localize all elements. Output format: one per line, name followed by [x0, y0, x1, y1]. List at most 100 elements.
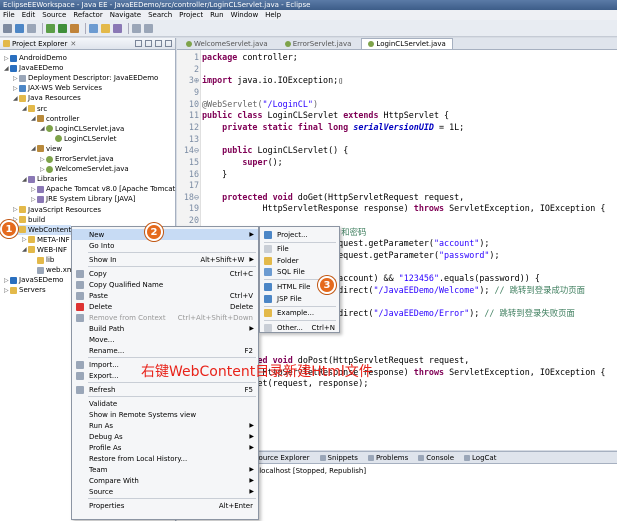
submenu-item[interactable]: Folder [260, 255, 339, 266]
menu-project[interactable]: Project [179, 11, 203, 19]
project-explorer-title: Project Explorer [12, 39, 68, 48]
menu-item[interactable]: Properties Alt+Enter [72, 500, 258, 511]
tree-item[interactable]: ▷ JAX-WS Web Services [13, 83, 102, 93]
menu-item[interactable]: Build Path ▶ [72, 323, 258, 334]
menu-item[interactable]: Delete Delete [72, 301, 258, 312]
tree-item[interactable]: ◢ Libraries [22, 174, 67, 184]
save-icon[interactable] [15, 23, 24, 33]
debug-icon[interactable] [46, 23, 55, 33]
back-icon[interactable] [132, 23, 141, 33]
tree-item[interactable]: ▷ Deployment Descriptor: JavaEEDemo [13, 73, 158, 83]
submenu-item[interactable]: Other... Ctrl+N [260, 322, 339, 333]
menu-item[interactable]: Source ▶ [72, 486, 258, 497]
print-icon[interactable] [27, 23, 36, 33]
tree-item[interactable]: ◢WebContent [13, 224, 72, 235]
tree-item[interactable]: ◢ controller [31, 114, 79, 124]
tree-item[interactable]: ▷ META-INF [22, 235, 70, 245]
menu-item-icon [76, 325, 84, 333]
tree-item[interactable]: LoginCLServlet [49, 134, 116, 144]
menu-item[interactable]: Team ▶ [72, 464, 258, 475]
collapse-all-icon[interactable] [135, 40, 142, 47]
tree-item[interactable]: ◢ Java Resources [13, 93, 81, 103]
menu-search[interactable]: Search [148, 11, 172, 19]
menu-navigate[interactable]: Navigate [110, 11, 141, 19]
external-tools-icon[interactable] [70, 23, 79, 33]
menu-item-icon [76, 336, 84, 344]
search-icon[interactable] [113, 23, 122, 33]
menu-item[interactable]: Go Into [72, 240, 258, 251]
tree-item[interactable]: ▷ JavaScript Resources [13, 205, 101, 215]
tree-item[interactable]: ◢ WEB-INF [22, 245, 67, 255]
menu-item[interactable]: Refresh F5 [72, 384, 258, 395]
menu-item[interactable]: Show in Remote Systems view [72, 409, 258, 420]
submenu-item-icon [264, 309, 272, 318]
tree-item[interactable]: ◢ JavaEEDemo [4, 63, 63, 73]
menu-item[interactable]: Restore from Local History... [72, 453, 258, 464]
menu-item[interactable]: Show In Alt+Shift+W ▶ [72, 254, 258, 265]
menu-item[interactable]: Copy Ctrl+C [72, 268, 258, 279]
tree-item[interactable]: ▷ WelcomeServlet.java [40, 164, 129, 174]
menu-window[interactable]: Window [231, 11, 259, 19]
tree-item[interactable]: ▷ Servers [4, 285, 46, 295]
editor-tab[interactable]: LoginCLServlet.java [361, 38, 453, 49]
run-icon[interactable] [58, 23, 67, 33]
menu-item[interactable]: Rename... F2 [72, 345, 258, 356]
submenu-item[interactable]: Project... [260, 229, 339, 240]
menu-item[interactable]: New ▶ [72, 229, 258, 240]
submenu-item[interactable]: File [260, 244, 339, 255]
submenu-item[interactable]: JSP File [260, 293, 339, 304]
menu-item[interactable]: Validate [72, 398, 258, 409]
tree-item[interactable]: ▷ Apache Tomcat v8.0 [Apache Tomcat v8.0] [31, 184, 196, 194]
menu-item-label: Refresh [89, 385, 116, 394]
menu-refactor[interactable]: Refactor [73, 11, 102, 19]
tree-item[interactable]: ▷ ErrorServlet.java [40, 154, 114, 164]
new-icon[interactable] [3, 23, 12, 33]
tree-item[interactable]: ▷ JavaSEDemo [4, 275, 63, 285]
submenu-item[interactable]: Example... [260, 308, 339, 319]
tree-item[interactable]: ▷ build [13, 215, 45, 225]
forward-icon[interactable] [144, 23, 153, 33]
java-file-icon [368, 41, 375, 47]
minimize-icon[interactable] [165, 40, 172, 47]
menu-edit[interactable]: Edit [22, 11, 36, 19]
menu-source[interactable]: Source [42, 11, 66, 19]
new-class-icon[interactable] [89, 23, 98, 33]
bottom-tab[interactable]: Problems [367, 454, 408, 462]
menu-item[interactable]: Paste Ctrl+V [72, 290, 258, 301]
editor-tab[interactable]: ErrorServlet.java [278, 38, 359, 49]
open-type-icon[interactable] [101, 23, 110, 33]
java-icon [46, 125, 53, 133]
tree-item-label: JavaEEDemo [19, 64, 64, 73]
code-line: 15 super(); [177, 157, 617, 168]
tree-item[interactable]: ▷ JRE System Library [JAVA] [31, 194, 135, 204]
tree-item[interactable]: ▷ AndroidDemo [4, 53, 67, 63]
menu-file[interactable]: File [3, 11, 15, 19]
editor-tab[interactable]: WelcomeServlet.java [179, 38, 275, 49]
link-editor-icon[interactable] [145, 40, 152, 47]
bottom-tab[interactable]: Snippets [319, 454, 358, 462]
proj-icon [10, 54, 17, 62]
bottom-tab[interactable]: LogCat [464, 454, 496, 462]
menu-item-shortcut: Ctrl+C [229, 269, 253, 278]
menu-item[interactable]: Run As ▶ [72, 420, 258, 431]
submenu-arrow-icon: ▶ [249, 325, 254, 332]
tree-item[interactable]: ◢ LoginCLServlet.java [40, 124, 124, 134]
project-explorer-tab[interactable]: Project Explorer ✕ [0, 38, 175, 50]
close-icon[interactable]: ✕ [70, 40, 76, 48]
menu-help[interactable]: Help [265, 11, 281, 19]
tree-item[interactable]: web.xml [31, 265, 76, 275]
menu-item[interactable]: Compare With ▶ [72, 475, 258, 486]
tree-item[interactable]: ◢ view [31, 144, 62, 154]
step-badge-3: 3 [318, 276, 336, 294]
tree-item[interactable]: ◢ src [22, 104, 47, 114]
tree-item[interactable]: lib [31, 255, 54, 265]
menu-item[interactable]: Profile As ▶ [72, 442, 258, 453]
menu-item[interactable]: Copy Qualified Name [72, 279, 258, 290]
menu-item[interactable]: Debug As ▶ [72, 431, 258, 442]
menu-item[interactable]: Move... [72, 334, 258, 345]
view-menu-icon[interactable] [155, 40, 162, 47]
code-line: 19 HttpServletResponse response) throws … [177, 203, 617, 214]
code-line: 11 public class LoginCLServlet extends Ht… [177, 110, 617, 121]
bottom-tab[interactable]: Console [418, 454, 454, 462]
menu-run[interactable]: Run [210, 11, 223, 19]
